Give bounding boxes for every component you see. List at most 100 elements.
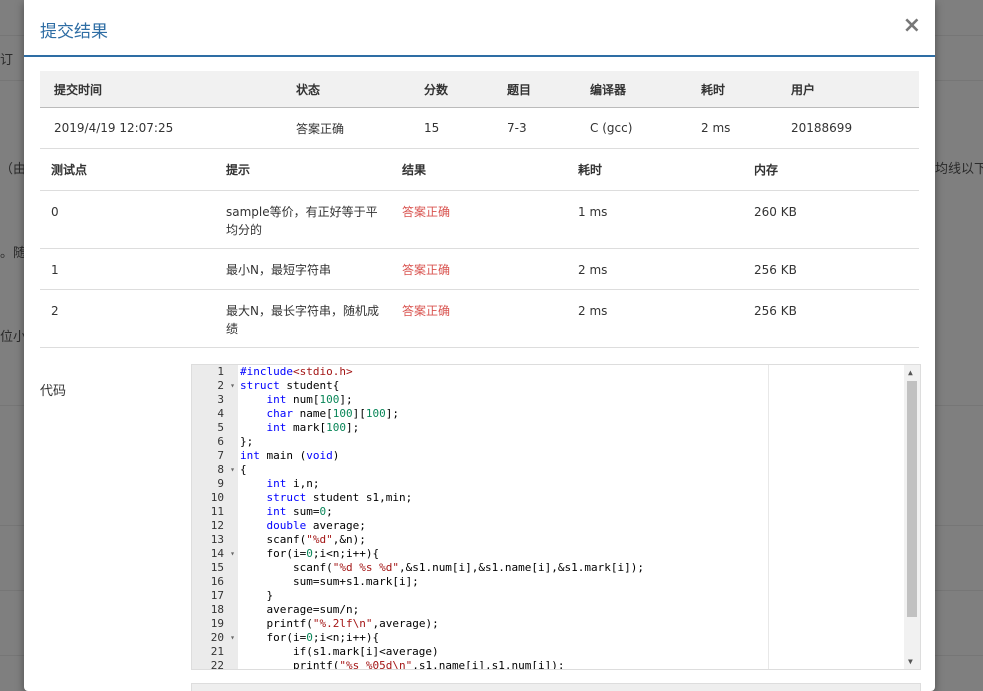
col-header-score: 分数 [424,71,507,108]
col-header-status: 状态 [296,71,424,108]
code-line: { [240,463,247,476]
col-header-compiler: 编译器 [590,71,701,108]
close-button[interactable]: × [903,13,921,39]
line-number: 17 [210,589,224,602]
status-badge: 答案正确 [296,107,424,149]
scroll-up-icon[interactable]: ▲ [908,368,913,377]
code-line: int i,n; [266,477,320,490]
code-line: int num[100]; [266,393,353,406]
code-line: struct student s1,min; [266,491,413,504]
case-hint-line: 均分的 [226,223,263,237]
case-result: 答案正确 [402,248,578,290]
scrollbar-thumb[interactable] [907,381,917,617]
table-header-row: 测试点 提示 结果 耗时 内存 [40,149,919,191]
code-line: #include<stdio.h> [240,365,353,378]
case-memory: 260 KB [754,190,919,249]
col-header-problem: 题目 [507,71,590,108]
code-editor[interactable]: 1 2 ▾ 3 4 5 6 7 8 ▾ 9 10 11 12 13 14 ▾ 15 16 17 18 19 20 ▾ 21 22 … [191,364,921,670]
fold-toggle-icon[interactable]: ▾ [230,463,235,477]
table-row: 2019/4/19 12:07:25 答案正确 15 7-3 C (gcc) 2… [40,107,919,149]
line-number: 2 ▾ [217,379,235,393]
submit-time: 2019/4/19 12:07:25 [40,107,296,149]
case-time: 2 ms [578,248,754,290]
case-memory: 256 KB [754,248,919,290]
col-header-time: 提交时间 [40,71,296,108]
bg-text: 。随 [0,246,27,261]
user-value: 20188699 [791,107,919,149]
line-number: 22 [210,659,224,670]
code-line: sum=sum+s1.mark[i]; [240,575,419,588]
modal-header: 提交结果 × [24,0,935,57]
vertical-scrollbar[interactable]: ▲ ▼ [904,365,920,669]
col-header-duration: 耗时 [701,71,791,108]
bg-text: 位小 [0,330,27,345]
case-hint: 最大N，最长字符串，随机成绩 [226,289,402,348]
code-line: printf("%.2lf\n",average); [240,617,439,630]
line-number: 21 [210,645,224,658]
code-label: 代码 [40,384,67,399]
case-time: 2 ms [578,289,754,348]
fold-toggle-icon[interactable]: ▾ [230,631,235,645]
code-line: char name[100][100]; [266,407,400,420]
col-header-user: 用户 [791,71,919,108]
test-cases-table: 测试点 提示 结果 耗时 内存 0 sample等价，有正好等于平 均分的 答案正… [40,149,919,348]
case-hint-line: sample等价，有正好等于平 [226,205,378,219]
code-line: for(i=0;i<n;i++){ [240,547,380,560]
bg-text: （由 [0,162,27,177]
line-number: 20 ▾ [210,631,235,645]
code-line: } [240,589,274,602]
col-header-time: 耗时 [578,149,754,191]
submission-result-modal: 提交结果 × 提交时间 状态 分数 题目 编译器 耗时 用户 2019/4/19… [24,0,935,691]
line-number: 13 [210,533,224,546]
line-number: 5 [217,421,224,434]
code-line: if(s1.mark[i]<average) [240,645,439,658]
case-result: 答案正确 [402,190,578,249]
bg-text: 订 [0,53,14,68]
line-number: 4 [217,407,224,420]
line-number: 11 [210,505,224,518]
table-row: 0 sample等价，有正好等于平 均分的 答案正确 1 ms 260 KB [40,190,919,249]
line-number: 3 [217,393,224,406]
case-memory: 256 KB [754,289,919,348]
score-value: 15 [424,107,507,149]
case-id: 1 [40,248,226,290]
table-row: 2 最大N，最长字符串，随机成绩 答案正确 2 ms 256 KB [40,289,919,348]
bg-text: 均线以下 [935,162,983,177]
code-line: average=sum/n; [240,603,360,616]
table-row: 1 最小N，最短字符串 答案正确 2 ms 256 KB [40,248,919,290]
fold-toggle-icon[interactable]: ▾ [230,547,235,561]
case-result: 答案正确 [402,289,578,348]
case-hint: 最小N，最短字符串 [226,248,402,290]
code-line: double average; [266,519,366,532]
fold-toggle-icon[interactable]: ▾ [230,379,235,393]
case-hint-line: 最大N，最长字符串，随机成 [226,304,379,318]
duration-value: 2 ms [701,107,791,149]
code-text[interactable]: #include<stdio.h> struct student{ int num… [240,365,902,669]
code-line: scanf("%d",&n); [240,533,366,546]
code-line: for(i=0;i<n;i++){ [240,631,380,644]
line-number: 7 [217,449,224,462]
line-number: 14 ▾ [210,547,235,561]
modal-title: 提交结果 [40,22,108,42]
col-header-case: 测试点 [40,149,226,191]
col-header-result: 结果 [402,149,578,191]
problem-link[interactable]: 7-3 [507,107,590,149]
code-line: }; [240,435,254,448]
code-panel-bottom [191,683,921,691]
case-time: 1 ms [578,190,754,249]
line-number: 12 [210,519,224,532]
code-line: struct student{ [240,379,340,392]
line-number: 18 [210,603,224,616]
line-number: 19 [210,617,224,630]
line-number: 15 [210,561,224,574]
case-id: 0 [40,190,226,249]
line-number: 1 [217,365,224,378]
col-header-memory: 内存 [754,149,919,191]
line-number: 8 ▾ [217,463,235,477]
case-id: 2 [40,289,226,348]
submission-summary-table: 提交时间 状态 分数 题目 编译器 耗时 用户 2019/4/19 12:07:… [40,71,919,149]
line-number: 9 [217,477,224,490]
scroll-down-icon[interactable]: ▼ [908,657,913,666]
close-icon: × [902,13,921,38]
table-header-row: 提交时间 状态 分数 题目 编译器 耗时 用户 [40,71,919,108]
